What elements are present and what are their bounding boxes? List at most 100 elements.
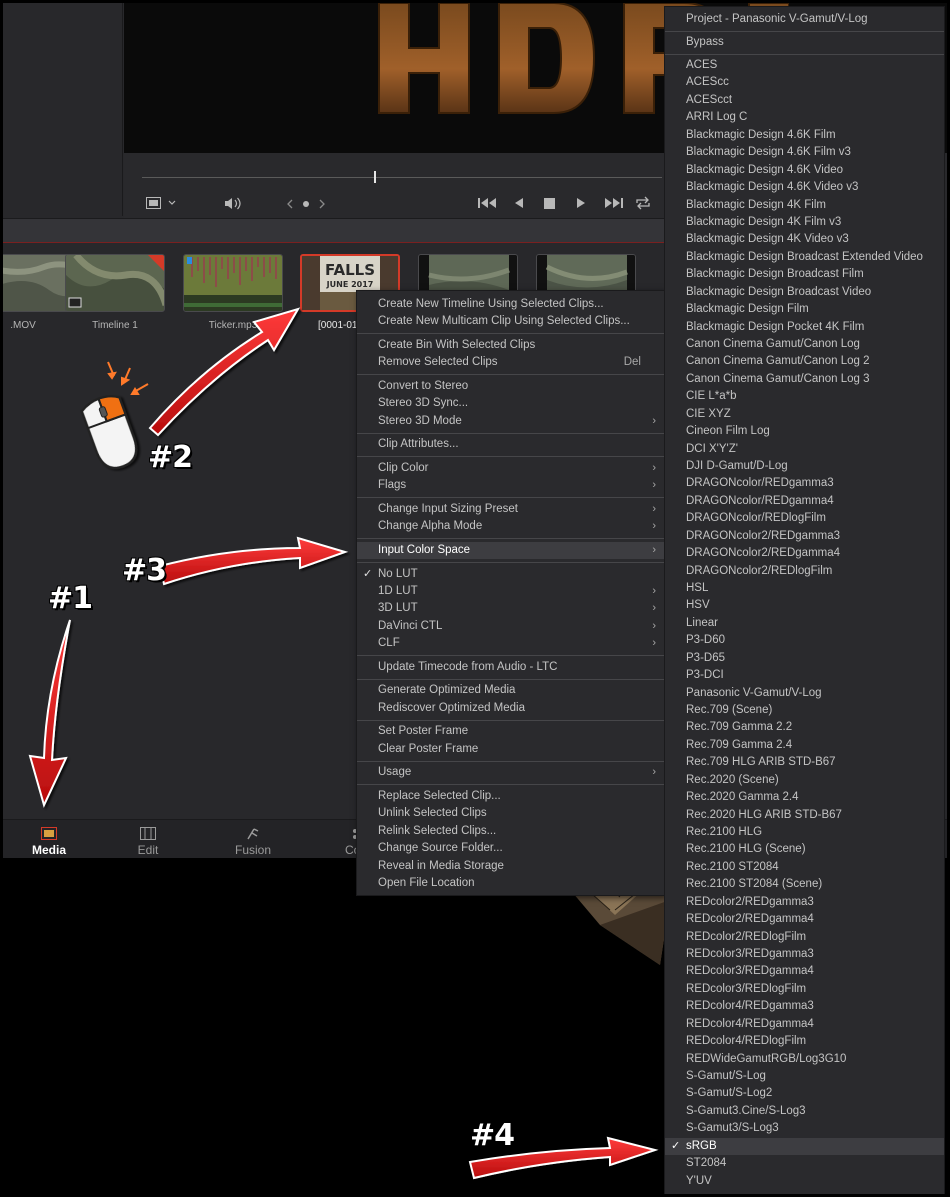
color-space-blackmagic-design-4k-film-v3[interactable]: Blackmagic Design 4K Film v3: [665, 214, 944, 231]
scrubber-track[interactable]: [142, 177, 662, 178]
go-to-last-frame-icon[interactable]: [604, 197, 624, 209]
go-to-first-frame-icon[interactable]: [477, 197, 497, 209]
color-space-aces[interactable]: ACES: [665, 57, 944, 74]
page-tab-edit[interactable]: Edit: [102, 820, 194, 858]
menu-item-change-alpha-mode[interactable]: Change Alpha Mode ›: [357, 518, 664, 535]
stop-icon[interactable]: [544, 198, 555, 209]
color-space-canon-cinema-gamut-canon-log[interactable]: Canon Cinema Gamut/Canon Log: [665, 336, 944, 353]
color-space-dragoncolor2-redlogfilm[interactable]: DRAGONcolor2/REDlogFilm: [665, 563, 944, 580]
volume-icon[interactable]: [224, 197, 242, 210]
menu-item-clf[interactable]: CLF ›: [357, 635, 664, 652]
menu-item-input-color-space[interactable]: Input Color Space ›: [357, 542, 664, 559]
color-space-rec-2100-hlg[interactable]: Rec.2100 HLG: [665, 824, 944, 841]
color-space-p3-d60[interactable]: P3-D60: [665, 632, 944, 649]
color-space-bypass[interactable]: Bypass: [665, 34, 944, 51]
color-space-blackmagic-design-4-6k-film-v3[interactable]: Blackmagic Design 4.6K Film v3: [665, 144, 944, 161]
color-space-dci-x-y-z[interactable]: DCI X'Y'Z': [665, 441, 944, 458]
color-space-canon-cinema-gamut-canon-log-2[interactable]: Canon Cinema Gamut/Canon Log 2: [665, 353, 944, 370]
menu-item-stereo-3d-mode[interactable]: Stereo 3D Mode ›: [357, 413, 664, 430]
menu-item-davinci-ctl[interactable]: DaVinci CTL ›: [357, 618, 664, 635]
color-space-dragoncolor-redgamma3[interactable]: DRAGONcolor/REDgamma3: [665, 475, 944, 492]
color-space-rec-2020-scene[interactable]: Rec.2020 (Scene): [665, 772, 944, 789]
menu-item-flags[interactable]: Flags ›: [357, 477, 664, 494]
page-tab-media[interactable]: Media: [3, 820, 95, 858]
menu-item-clip-color[interactable]: Clip Color ›: [357, 460, 664, 477]
menu-item-1d-lut[interactable]: 1D LUT ›: [357, 583, 664, 600]
color-space-srgb[interactable]: sRGB ✓: [665, 1137, 944, 1156]
color-space-st2084[interactable]: ST2084: [665, 1155, 944, 1172]
viewer-mode-icon[interactable]: [146, 197, 180, 209]
color-space-hsv[interactable]: HSV: [665, 597, 944, 614]
menu-item-stereo-3d-sync[interactable]: Stereo 3D Sync...: [357, 395, 664, 412]
menu-item-create-bin-with-selected-clips[interactable]: Create Bin With Selected Clips: [357, 337, 664, 354]
color-space-redcolor2-redgamma4[interactable]: REDcolor2/REDgamma4: [665, 911, 944, 928]
menu-item-generate-optimized-media[interactable]: Generate Optimized Media: [357, 682, 664, 699]
loop-icon[interactable]: [635, 196, 651, 210]
color-space-redwidegamutrgb-log3g10[interactable]: REDWideGamutRGB/Log3G10: [665, 1051, 944, 1068]
color-space-dragoncolor-redgamma4[interactable]: DRAGONcolor/REDgamma4: [665, 493, 944, 510]
menu-item-no-lut[interactable]: No LUT ✓: [357, 566, 664, 583]
color-space-rec-2100-hlg-scene[interactable]: Rec.2100 HLG (Scene): [665, 841, 944, 858]
color-space-acescct[interactable]: ACEScct: [665, 92, 944, 109]
menu-item-set-poster-frame[interactable]: Set Poster Frame: [357, 723, 664, 740]
color-space-p3-d65[interactable]: P3-D65: [665, 650, 944, 667]
color-space-blackmagic-design-4k-video-v3[interactable]: Blackmagic Design 4K Video v3: [665, 231, 944, 248]
color-space-rec-709-gamma-2-4[interactable]: Rec.709 Gamma 2.4: [665, 737, 944, 754]
color-space-redcolor3-redlogfilm[interactable]: REDcolor3/REDlogFilm: [665, 981, 944, 998]
color-space-blackmagic-design-4-6k-video-v3[interactable]: Blackmagic Design 4.6K Video v3: [665, 179, 944, 196]
color-space-project-panasonic-v-gamut-v-log[interactable]: Project - Panasonic V-Gamut/V-Log: [665, 11, 944, 28]
playhead[interactable]: [374, 171, 376, 183]
jog-control-icon[interactable]: [287, 198, 325, 210]
color-space-rec-2020-gamma-2-4[interactable]: Rec.2020 Gamma 2.4: [665, 789, 944, 806]
color-space-cie-l-a-b[interactable]: CIE L*a*b: [665, 388, 944, 405]
color-space-blackmagic-design-4-6k-film[interactable]: Blackmagic Design 4.6K Film: [665, 127, 944, 144]
color-space-arri-log-c[interactable]: ARRI Log C: [665, 109, 944, 126]
color-space-blackmagic-design-pocket-4k-film[interactable]: Blackmagic Design Pocket 4K Film: [665, 319, 944, 336]
color-space-s-gamut-s-log2[interactable]: S-Gamut/S-Log2: [665, 1085, 944, 1102]
color-space-canon-cinema-gamut-canon-log-3[interactable]: Canon Cinema Gamut/Canon Log 3: [665, 371, 944, 388]
color-space-blackmagic-design-broadcast-video[interactable]: Blackmagic Design Broadcast Video: [665, 284, 944, 301]
color-space-redcolor3-redgamma4[interactable]: REDcolor3/REDgamma4: [665, 963, 944, 980]
color-space-dragoncolor2-redgamma4[interactable]: DRAGONcolor2/REDgamma4: [665, 545, 944, 562]
color-space-rec-2100-st2084[interactable]: Rec.2100 ST2084: [665, 859, 944, 876]
menu-item-remove-selected-clips[interactable]: Remove Selected Clips Del: [357, 354, 664, 371]
color-space-panasonic-v-gamut-v-log[interactable]: Panasonic V-Gamut/V-Log: [665, 685, 944, 702]
color-space-blackmagic-design-4-6k-video[interactable]: Blackmagic Design 4.6K Video: [665, 162, 944, 179]
color-space-linear[interactable]: Linear: [665, 615, 944, 632]
menu-item-convert-to-stereo[interactable]: Convert to Stereo: [357, 378, 664, 395]
menu-item-change-source-folder[interactable]: Change Source Folder...: [357, 840, 664, 857]
color-space-s-gamut3-s-log3[interactable]: S-Gamut3/S-Log3: [665, 1120, 944, 1137]
color-space-dji-d-gamut-d-log[interactable]: DJI D-Gamut/D-Log: [665, 458, 944, 475]
color-space-p3-dci[interactable]: P3-DCI: [665, 667, 944, 684]
menu-item-unlink-selected-clips[interactable]: Unlink Selected Clips: [357, 805, 664, 822]
menu-item-create-new-multicam-clip-using-selected-clips[interactable]: Create New Multicam Clip Using Selected …: [357, 313, 664, 330]
color-space-blackmagic-design-4k-film[interactable]: Blackmagic Design 4K Film: [665, 197, 944, 214]
color-space-blackmagic-design-film[interactable]: Blackmagic Design Film: [665, 301, 944, 318]
menu-item-relink-selected-clips[interactable]: Relink Selected Clips...: [357, 823, 664, 840]
color-space-dragoncolor2-redgamma3[interactable]: DRAGONcolor2/REDgamma3: [665, 528, 944, 545]
color-space-hsl[interactable]: HSL: [665, 580, 944, 597]
color-space-redcolor4-redlogfilm[interactable]: REDcolor4/REDlogFilm: [665, 1033, 944, 1050]
color-space-blackmagic-design-broadcast-extended-video[interactable]: Blackmagic Design Broadcast Extended Vid…: [665, 249, 944, 266]
color-space-redcolor4-redgamma3[interactable]: REDcolor4/REDgamma3: [665, 998, 944, 1015]
menu-item-clip-attributes[interactable]: Clip Attributes...: [357, 436, 664, 453]
page-tab-fusion[interactable]: Fusion: [207, 820, 299, 858]
color-space-rec-709-scene[interactable]: Rec.709 (Scene): [665, 702, 944, 719]
color-space-redcolor2-redgamma3[interactable]: REDcolor2/REDgamma3: [665, 894, 944, 911]
color-space-rec-709-gamma-2-2[interactable]: Rec.709 Gamma 2.2: [665, 719, 944, 736]
menu-item-usage[interactable]: Usage ›: [357, 764, 664, 781]
menu-item-clear-poster-frame[interactable]: Clear Poster Frame: [357, 741, 664, 758]
color-space-y-uv[interactable]: Y'UV: [665, 1173, 944, 1190]
color-space-redcolor4-redgamma4[interactable]: REDcolor4/REDgamma4: [665, 1016, 944, 1033]
color-space-blackmagic-design-broadcast-film[interactable]: Blackmagic Design Broadcast Film: [665, 266, 944, 283]
menu-item-create-new-timeline-using-selected-clips[interactable]: Create New Timeline Using Selected Clips…: [357, 296, 664, 313]
color-space-redcolor2-redlogfilm[interactable]: REDcolor2/REDlogFilm: [665, 929, 944, 946]
menu-item-update-timecode-from-audio-ltc[interactable]: Update Timecode from Audio - LTC: [357, 659, 664, 676]
menu-item-3d-lut[interactable]: 3D LUT ›: [357, 600, 664, 617]
color-space-rec-2020-hlg-arib-std-b67[interactable]: Rec.2020 HLG ARIB STD-B67: [665, 807, 944, 824]
menu-item-replace-selected-clip[interactable]: Replace Selected Clip...: [357, 788, 664, 805]
menu-item-open-file-location[interactable]: Open File Location: [357, 875, 664, 892]
color-space-rec-709-hlg-arib-std-b67[interactable]: Rec.709 HLG ARIB STD-B67: [665, 754, 944, 771]
play-icon[interactable]: [576, 197, 586, 209]
menu-item-rediscover-optimized-media[interactable]: Rediscover Optimized Media: [357, 700, 664, 717]
